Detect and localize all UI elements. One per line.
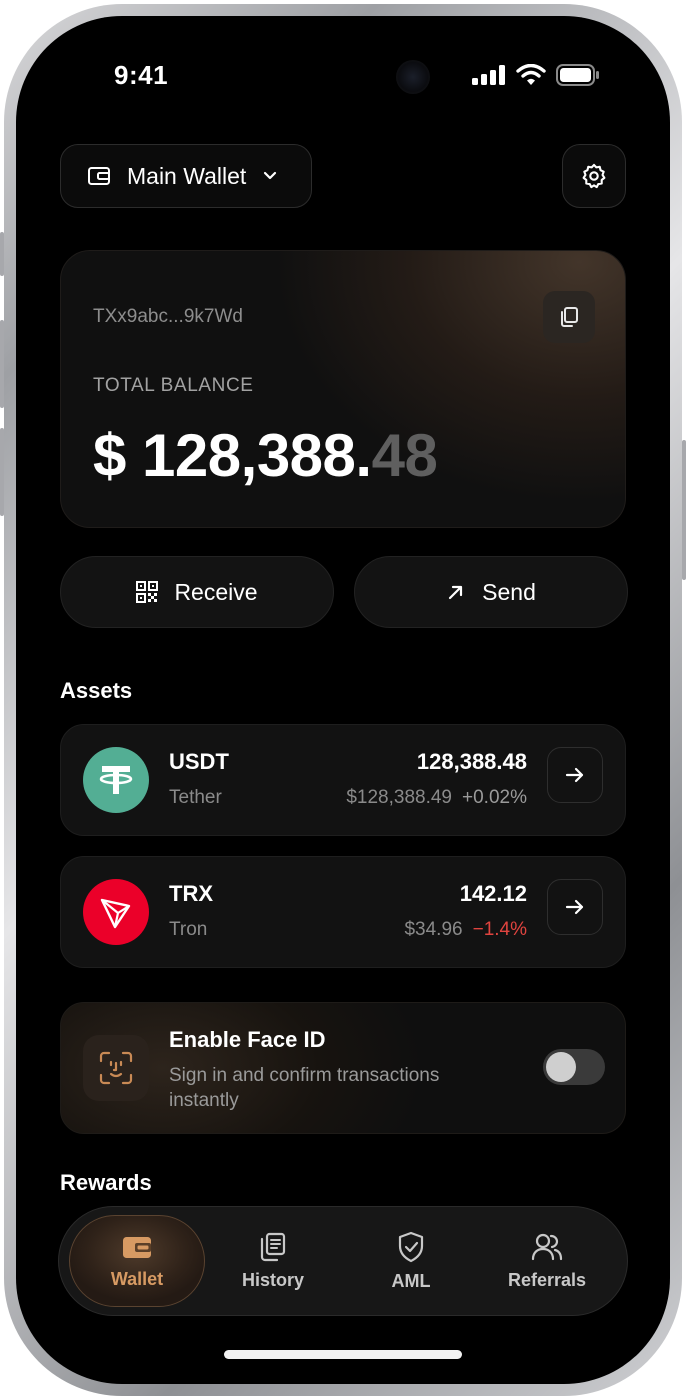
receive-button[interactable]: Receive [60,556,334,628]
wallet-icon [123,1236,151,1258]
wallet-selector-label: Main Wallet [127,162,247,189]
asset-symbol: USDT [169,749,229,774]
copy-icon [561,307,578,327]
asset-row-trx[interactable]: TRX Tron 142.12 $34.96 −1.4% [60,856,626,968]
tab-wallet[interactable]: Wallet [69,1215,205,1307]
battery-icon [556,64,599,86]
bottom-tab-bar: Wallet History AML Referrals [58,1206,628,1316]
phone-screen: 9:41 Main Wallet TXx9abc...9k7Wd TOTAL B… [20,20,666,1380]
asset-change: +0.02% [462,787,527,808]
tab-label: Wallet [110,1268,164,1289]
tether-icon [83,747,149,813]
send-button[interactable]: Send [354,556,628,628]
tab-referrals[interactable]: Referrals [479,1215,615,1307]
copy-address-button[interactable] [543,291,595,343]
mute-switch [0,232,4,276]
total-balance-value: $ 128,388.48 [93,421,438,490]
asset-fiat-row: $34.96 −1.4% [404,919,527,941]
front-camera [396,60,430,94]
asset-row-usdt[interactable]: USDT Tether 128,388.48 $128,388.49 +0.02% [60,724,626,836]
users-icon [531,1233,563,1260]
tab-label: Referrals [507,1269,587,1290]
home-indicator[interactable] [224,1350,462,1359]
history-icon [260,1232,286,1261]
gear-icon [582,163,606,189]
wifi-icon [516,64,546,85]
asset-amount: 128,388.48 [416,749,527,774]
receive-button-label: Receive [174,578,258,605]
face-id-title: Enable Face ID [169,1027,326,1052]
wallet-address: TXx9abc...9k7Wd [93,306,243,327]
face-id-card: Enable Face ID Sign in and confirm trans… [60,1002,626,1134]
balance-amount-main: $ 128,388. [93,422,372,489]
signal-icon [472,65,505,85]
balance-card: TXx9abc...9k7Wd TOTAL BALANCE $ 128,388.… [60,250,626,528]
tab-aml[interactable]: AML [343,1215,479,1307]
wallet-icon [88,167,110,185]
asset-amount: 142.12 [459,881,527,906]
qr-code-icon [136,581,159,603]
status-time: 9:41 [114,60,169,90]
arrow-right-icon [565,899,584,915]
asset-symbol: TRX [169,881,213,906]
total-balance-label: TOTAL BALANCE [93,375,254,396]
status-icons [472,64,600,86]
arrow-up-right-icon [449,585,463,600]
face-id-icon [83,1035,149,1101]
asset-fiat-value: $128,388.49 [346,787,453,808]
tab-history[interactable]: History [205,1215,341,1307]
asset-name: Tron [169,919,208,940]
asset-change: −1.4% [472,919,527,940]
asset-fiat-row: $128,388.49 +0.02% [346,787,527,809]
face-id-description: Sign in and confirm transactions instant… [169,1065,440,1111]
power-button [682,440,686,580]
asset-open-button[interactable] [547,879,603,935]
face-id-toggle[interactable] [543,1049,605,1085]
balance-amount-cents: 48 [371,422,438,489]
volume-up-button [0,320,4,408]
wallet-selector[interactable]: Main Wallet [60,144,312,208]
asset-name: Tether [169,787,222,808]
chevron-down-icon [264,171,277,180]
rewards-title: Rewards [60,1170,152,1195]
tab-label: AML [391,1270,431,1291]
asset-fiat-value: $34.96 [404,919,463,940]
toggle-knob [546,1052,576,1082]
shield-check-icon [398,1231,424,1262]
arrow-right-icon [565,767,584,783]
assets-title: Assets [60,678,133,703]
settings-button[interactable] [562,144,626,208]
tron-icon [83,879,149,945]
send-button-label: Send [482,578,536,605]
asset-open-button[interactable] [547,747,603,803]
volume-down-button [0,428,4,516]
tab-label: History [241,1269,304,1290]
